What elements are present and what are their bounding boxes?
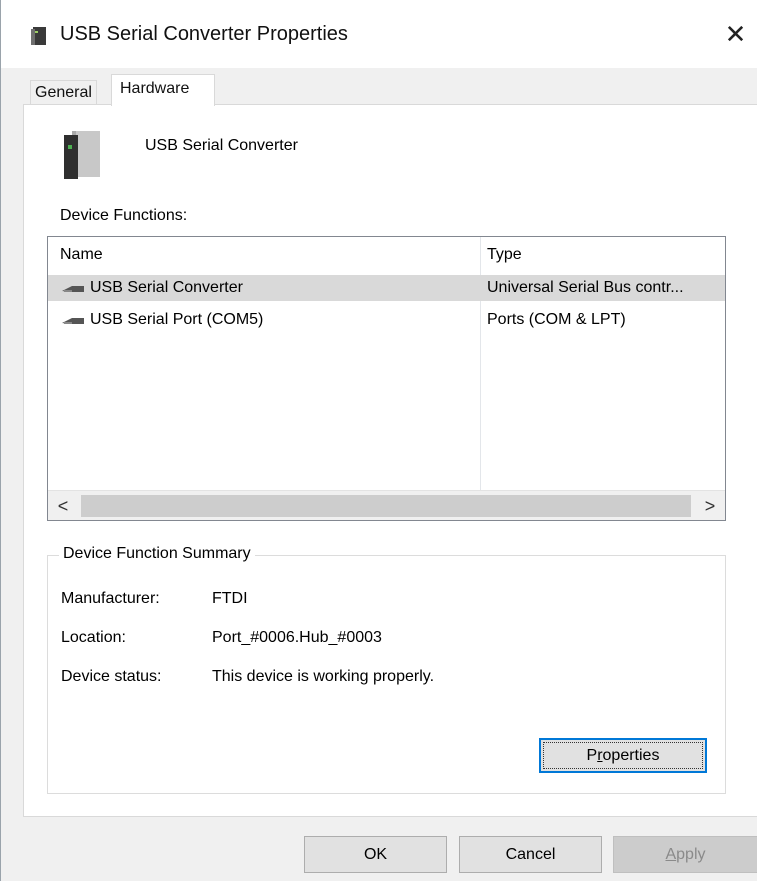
- usb-plug-icon: [62, 286, 84, 292]
- list-item[interactable]: USB Serial Converter Universal Serial Bu…: [48, 275, 725, 301]
- properties-dialog: USB Serial Converter Properties ✕ Genera…: [0, 0, 757, 881]
- scroll-right-button[interactable]: >: [695, 491, 725, 521]
- device-status-label: Device status:: [61, 668, 162, 685]
- summary-legend: Device Function Summary: [59, 545, 255, 563]
- button-label: Apply: [665, 845, 706, 863]
- button-label: Properties: [586, 746, 660, 764]
- location-value: Port_#0006.Hub_#0003: [212, 629, 382, 646]
- column-header-name[interactable]: Name: [60, 246, 103, 264]
- manufacturer-value: FTDI: [212, 590, 248, 607]
- apply-button[interactable]: Apply: [613, 836, 757, 873]
- device-status-value: This device is working properly.: [212, 668, 435, 685]
- row-type: Universal Serial Bus contr...: [487, 279, 684, 296]
- close-button[interactable]: ✕: [713, 12, 757, 56]
- row-name: USB Serial Port (COM5): [90, 311, 264, 328]
- row-type: Ports (COM & LPT): [487, 311, 626, 328]
- usb-device-icon: [64, 131, 100, 179]
- device-functions-list[interactable]: Name Type USB Serial Converter Universal…: [47, 236, 726, 521]
- close-icon: ✕: [724, 18, 747, 49]
- list-item[interactable]: USB Serial Port (COM5) Ports (COM & LPT): [48, 307, 725, 333]
- column-header-type[interactable]: Type: [487, 246, 522, 264]
- tab-hardware[interactable]: Hardware: [111, 74, 215, 106]
- row-name: USB Serial Converter: [90, 279, 243, 296]
- window-title: USB Serial Converter Properties: [60, 23, 348, 45]
- chevron-left-icon: <: [57, 495, 69, 516]
- usb-device-icon: [31, 27, 46, 45]
- usb-plug-icon: [62, 318, 84, 324]
- title-bar: USB Serial Converter Properties ✕: [1, 0, 757, 68]
- chevron-right-icon: >: [704, 495, 716, 516]
- scroll-thumb[interactable]: [81, 495, 691, 517]
- tab-general[interactable]: General: [30, 80, 97, 104]
- scroll-left-button[interactable]: <: [48, 491, 78, 521]
- device-functions-label: Device Functions:: [60, 207, 188, 224]
- device-name: USB Serial Converter: [145, 137, 298, 154]
- ok-button[interactable]: OK: [304, 836, 447, 873]
- properties-button[interactable]: Properties: [539, 738, 707, 773]
- manufacturer-label: Manufacturer:: [61, 590, 160, 607]
- horizontal-scrollbar[interactable]: < >: [48, 490, 725, 520]
- cancel-button[interactable]: Cancel: [459, 836, 602, 873]
- location-label: Location:: [61, 629, 126, 646]
